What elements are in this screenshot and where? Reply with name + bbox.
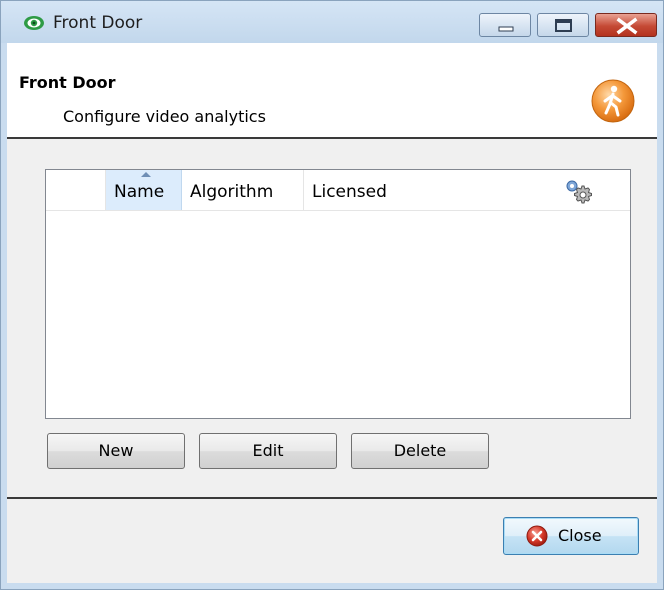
close-button[interactable]: Close xyxy=(503,517,639,555)
column-header-select[interactable] xyxy=(46,170,106,210)
minimize-icon xyxy=(498,26,514,32)
close-button-label: Close xyxy=(558,526,602,545)
window-close-icon xyxy=(616,17,638,35)
footer-divider xyxy=(7,497,657,499)
dialog-window: Front Door Front Door Configure video an… xyxy=(0,0,664,590)
maximize-icon xyxy=(555,19,572,32)
header-subtitle: Configure video analytics xyxy=(63,107,266,126)
window-bottom-border xyxy=(1,583,663,589)
window-close-button[interactable] xyxy=(595,13,657,37)
minimize-button[interactable] xyxy=(479,13,531,37)
new-button[interactable]: New xyxy=(47,433,185,469)
column-header-name[interactable]: Name xyxy=(106,170,182,210)
edit-button[interactable]: Edit xyxy=(199,433,337,469)
column-header-algorithm[interactable]: Algorithm xyxy=(182,170,304,210)
delete-button[interactable]: Delete xyxy=(351,433,489,469)
header-title: Front Door xyxy=(19,73,116,92)
walking-person-icon xyxy=(591,79,635,123)
column-name-label: Name xyxy=(114,182,165,202)
list-header: Name Algorithm Licensed xyxy=(46,170,630,211)
sort-ascending-icon xyxy=(141,172,151,177)
title-bar[interactable]: Front Door xyxy=(1,1,663,43)
dialog-header: Front Door Configure video analytics xyxy=(7,43,657,139)
window-title: Front Door xyxy=(53,13,143,33)
gear-icon[interactable] xyxy=(564,178,594,204)
dialog-client-area: Front Door Configure video analytics Nam… xyxy=(7,43,657,583)
maximize-button[interactable] xyxy=(537,13,589,37)
analytics-list[interactable]: Name Algorithm Licensed xyxy=(45,169,631,419)
eye-icon xyxy=(24,16,44,30)
close-circle-icon xyxy=(526,525,548,547)
